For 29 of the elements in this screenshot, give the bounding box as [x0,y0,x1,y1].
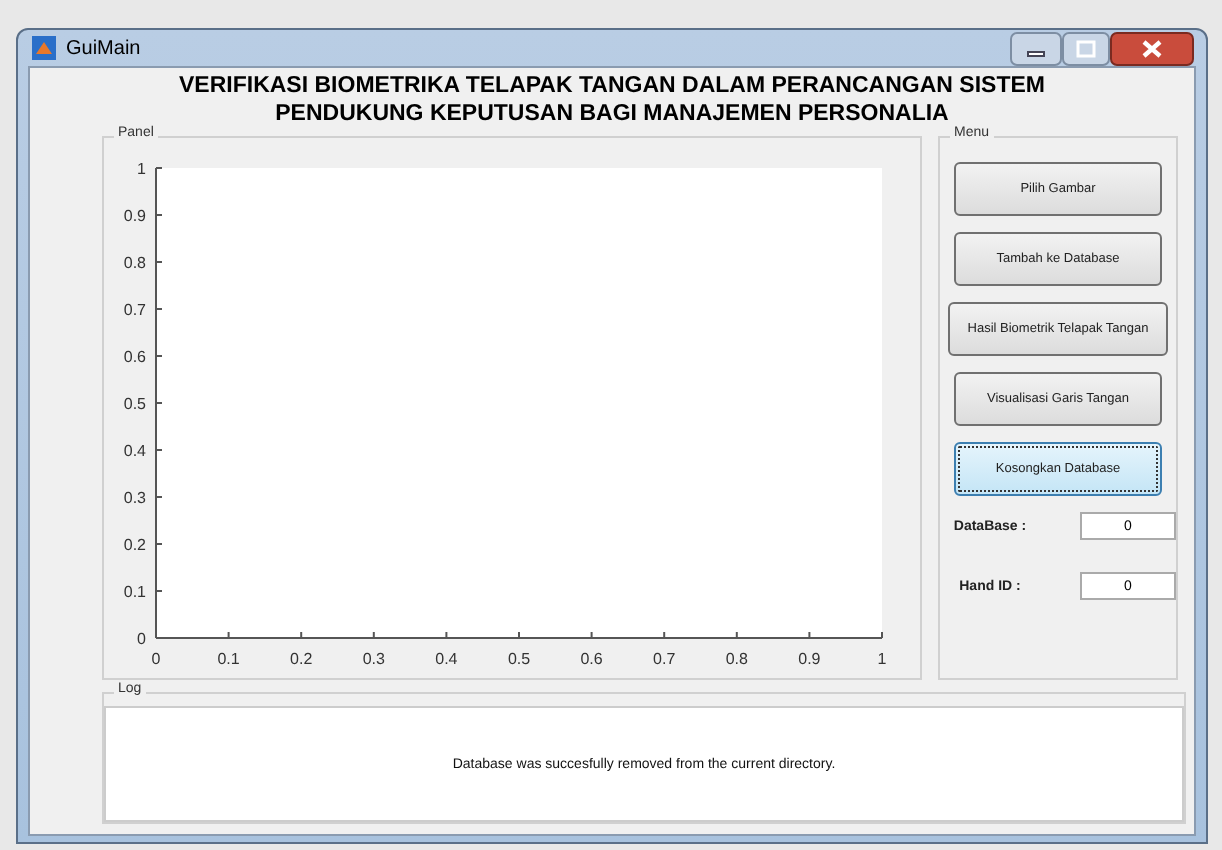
app-logo-icon [32,36,56,60]
app-heading: VERIFIKASI BIOMETRIKA TELAPAK TANGAN DALAM PERANCANGAN SISTEM [179,72,1045,100]
app-heading: PENDUKUNG KEPUTUSAN BAGI MANAJEMEN PERSONALIA [275,100,949,128]
y-tick-label: 0.9 [123,207,146,225]
x-tick-label: 0.8 [725,650,748,668]
window-title: GuiMain [66,37,141,59]
y-tick-label: 0.7 [123,301,146,319]
y-tick-label: 0.6 [123,348,146,366]
x-tick-label: 0 [151,650,161,668]
y-tick-label: 1 [137,160,146,178]
minimize-icon[interactable] [1010,32,1062,66]
x-tick-label: 0.4 [435,650,458,668]
close-icon[interactable] [1110,32,1194,66]
x-tick-label: 0.3 [362,650,385,668]
x-tick-label: 0.9 [798,650,821,668]
x-tick-label: 1 [877,650,887,668]
x-tick-label: 0.6 [580,650,603,668]
x-tick-label: 0.1 [217,650,240,668]
y-tick-label: 0.2 [123,536,146,554]
y-tick-label: 0.5 [123,395,146,413]
y-tick-label: 0.8 [123,254,146,272]
maximize-icon[interactable] [1062,32,1110,66]
x-tick-label: 0.7 [653,650,676,668]
y-tick-label: 0.3 [123,489,146,507]
x-tick-label: 0.5 [507,650,531,668]
x-tick-label: 0.2 [290,650,313,668]
y-tick-label: 0.1 [123,583,146,601]
y-tick-label: 0 [137,630,146,648]
y-tick-label: 0.4 [123,442,146,460]
